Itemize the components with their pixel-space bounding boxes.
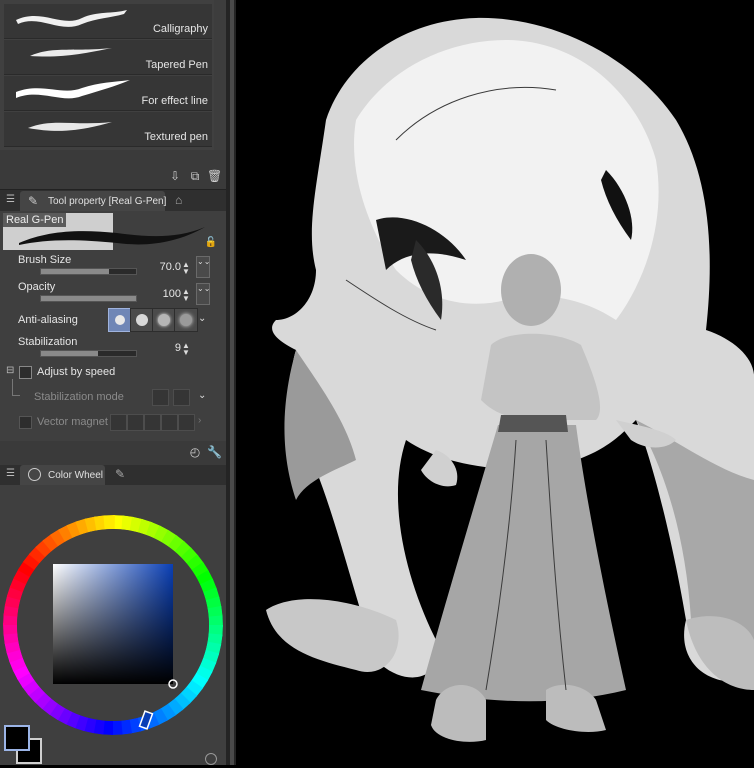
collapse-icon[interactable]: ⊟ xyxy=(6,365,14,376)
tab-label: Color Wheel xyxy=(48,470,104,481)
left-panel: Calligraphy Tapered Pen For effect line … xyxy=(0,0,226,765)
brush-list-scrollbar[interactable] xyxy=(214,0,226,150)
adjust-by-speed-label: Adjust by speed xyxy=(37,366,116,378)
vector-magnet-level-1[interactable] xyxy=(110,414,127,431)
brush-item-textured-pen[interactable]: Textured pen xyxy=(4,112,212,147)
stabilization-label: Stabilization xyxy=(18,336,78,348)
brush-preview: Real G-Pen 🔓 xyxy=(3,213,223,250)
opacity-slider[interactable] xyxy=(40,295,137,302)
tool-property-body: Real G-Pen 🔓 Brush Size 70.0 ▲ ▼ ⌄⌄ Opaci… xyxy=(0,211,226,441)
brush-item-label: Tapered Pen xyxy=(145,59,208,71)
opacity-stepper[interactable]: ▲ ▼ xyxy=(182,288,190,303)
chevron-down-icon[interactable]: ⌄ xyxy=(198,313,206,324)
opacity-label: Opacity xyxy=(18,281,56,293)
tool-property-footer: ◴ 🔧 xyxy=(0,441,226,463)
duplicate-icon[interactable]: ⧉ xyxy=(188,169,202,183)
color-wheel-header: ☰ Color Wheel ✎ xyxy=(0,465,226,485)
stabilization-slider[interactable] xyxy=(40,350,137,357)
brush-item-tapered-pen[interactable]: Tapered Pen xyxy=(4,40,212,75)
vector-magnet-checkbox[interactable] xyxy=(19,416,32,429)
stabilization-mode-label: Stabilization mode xyxy=(34,391,124,403)
calligraphy-stroke-icon xyxy=(16,10,127,27)
lock-icon[interactable]: 🔓 xyxy=(205,237,217,248)
sub-tool-detail-icon[interactable]: ⌂ xyxy=(175,193,182,207)
tool-property-header: ☰ ✎ Tool property [Real G-Pen] ⌂ xyxy=(0,189,226,212)
panel-menu-icon[interactable]: ☰ xyxy=(6,468,15,479)
wrench-icon[interactable]: 🔧 xyxy=(207,445,222,459)
anti-aliasing-strong-button[interactable] xyxy=(174,308,198,332)
panel-menu-icon[interactable]: ☰ xyxy=(6,194,15,205)
color-wheel-body xyxy=(0,485,226,765)
brush-item-for-effect-line[interactable]: For effect line xyxy=(4,76,212,111)
color-wheel-graphic[interactable] xyxy=(0,485,226,765)
vector-magnet-level-4[interactable] xyxy=(161,414,178,431)
chevron-down-icon[interactable]: ⌄ xyxy=(198,390,206,401)
anti-aliasing-none-button[interactable] xyxy=(108,308,132,332)
brush-size-dynamics-button[interactable]: ⌄⌄ xyxy=(196,256,210,278)
trash-icon[interactable]: 🗑 xyxy=(207,169,222,183)
tab-tool-property[interactable]: ✎ Tool property [Real G-Pen] xyxy=(20,191,167,212)
vector-magnet-level-2[interactable] xyxy=(127,414,144,431)
brush-size-stepper[interactable]: ▲ ▼ xyxy=(182,261,190,276)
brush-list-toolbar: ⇩ ⧉ 🗑 xyxy=(0,165,226,187)
stabilization-mode-option-1[interactable] xyxy=(152,389,169,406)
tapered-stroke-icon xyxy=(30,48,112,57)
chevron-right-icon[interactable]: › xyxy=(198,415,201,426)
stabilization-value[interactable]: 9 xyxy=(141,342,181,354)
brush-item-label: Calligraphy xyxy=(152,23,208,35)
textured-stroke-icon xyxy=(28,122,112,131)
anti-aliasing-weak-button[interactable] xyxy=(130,308,154,332)
color-slider-tab-icon[interactable]: ✎ xyxy=(115,467,125,481)
brush-list: Calligraphy Tapered Pen For effect line … xyxy=(0,0,215,150)
tab-label: Tool property [Real G-Pen] xyxy=(48,196,167,207)
brush-size-label: Brush Size xyxy=(18,254,72,266)
adjust-by-speed-checkbox[interactable] xyxy=(19,366,32,379)
brush-item-label: For effect line xyxy=(141,95,208,107)
brush-size-value[interactable]: 70.0 xyxy=(141,261,181,273)
anti-aliasing-label: Anti-aliasing xyxy=(18,314,78,326)
opacity-value[interactable]: 100 xyxy=(141,288,181,300)
vector-magnet-level-5[interactable] xyxy=(178,414,195,431)
pen-icon: ✎ xyxy=(28,194,39,208)
main-color-swatch[interactable] xyxy=(4,725,30,751)
color-wheel-icon xyxy=(28,468,41,481)
vector-magnet-label: Vector magnet xyxy=(37,416,108,428)
effect-line-stroke-icon xyxy=(16,80,130,99)
tab-color-wheel[interactable]: Color Wheel xyxy=(20,465,105,485)
download-icon[interactable]: ⇩ xyxy=(168,169,182,183)
brush-size-slider[interactable] xyxy=(40,268,137,275)
stabilization-mode-option-2[interactable] xyxy=(173,389,190,406)
anti-aliasing-medium-button[interactable] xyxy=(152,308,176,332)
brush-item-label: Textured pen xyxy=(144,131,208,143)
brush-item-calligraphy[interactable]: Calligraphy xyxy=(4,4,212,39)
drawing-canvas[interactable] xyxy=(236,0,754,765)
stabilization-stepper[interactable]: ▲ ▼ xyxy=(182,342,190,357)
transparent-color-icon[interactable] xyxy=(205,753,217,765)
opacity-dynamics-button[interactable]: ⌄⌄ xyxy=(196,283,210,305)
canvas-artwork xyxy=(266,17,754,742)
preview-brush-name: Real G-Pen xyxy=(3,213,67,227)
initial-settings-icon[interactable]: ◴ xyxy=(188,445,202,459)
vector-magnet-level-3[interactable] xyxy=(144,414,161,431)
